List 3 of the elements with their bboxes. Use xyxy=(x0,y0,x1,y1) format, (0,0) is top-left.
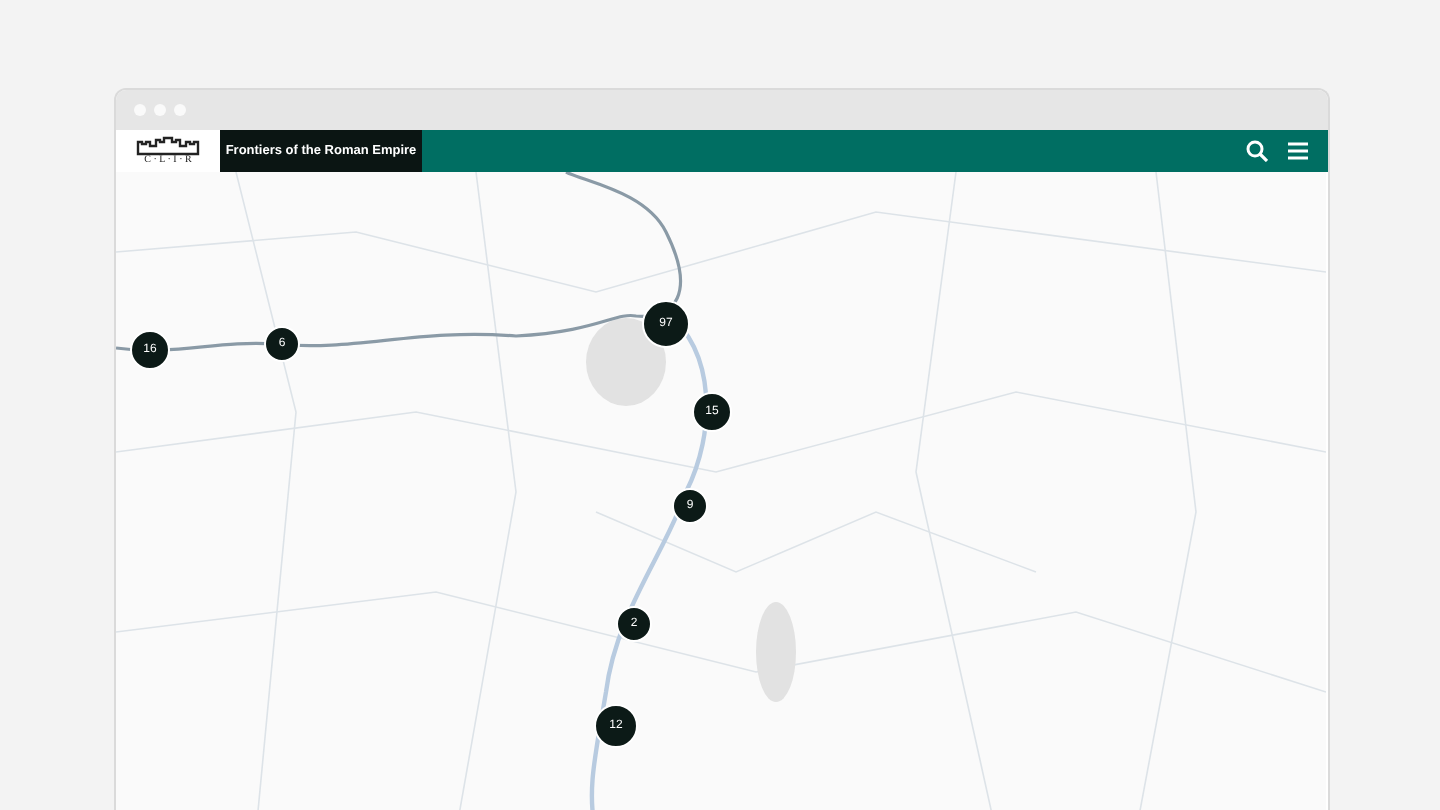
search-icon[interactable] xyxy=(1246,140,1268,162)
castle-icon xyxy=(136,135,200,155)
menu-icon[interactable] xyxy=(1288,142,1308,160)
